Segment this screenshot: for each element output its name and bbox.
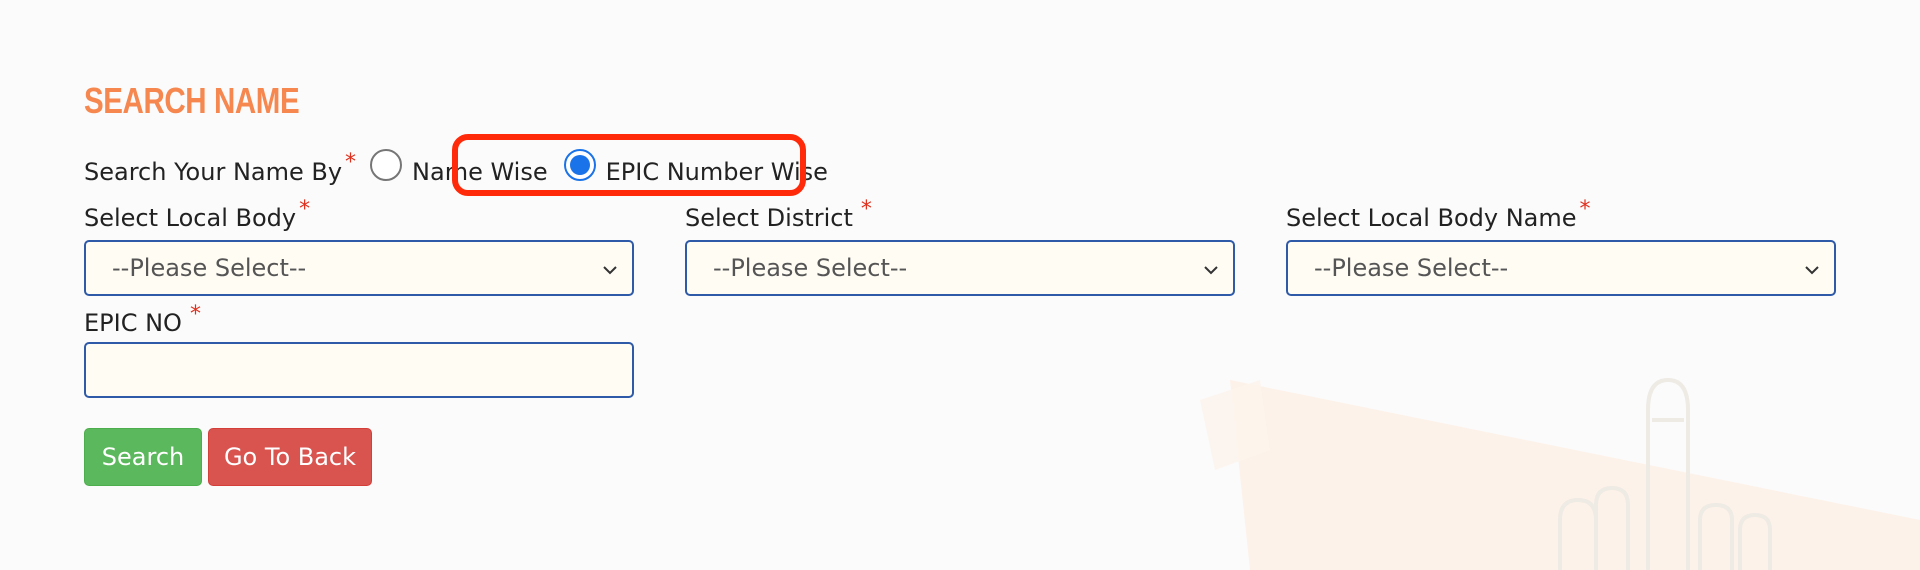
search-by-row: Search Your Name By * Name Wise EPIC Num… [84, 149, 828, 194]
district-label: Select District [685, 204, 853, 232]
local-body-name-field-label: Select Local Body Name * [1286, 197, 1591, 232]
epic-number-wise-label[interactable]: EPIC Number Wise [606, 158, 828, 186]
local-body-name-select[interactable]: --Please Select-- [1286, 240, 1836, 296]
required-asterisk: * [189, 302, 201, 327]
page-title: SEARCH NAME [84, 80, 300, 121]
chevron-down-icon [1805, 266, 1819, 275]
epic-no-label: EPIC NO [84, 309, 182, 337]
local-body-name-label: Select Local Body Name [1286, 204, 1577, 232]
required-asterisk: * [1579, 197, 1591, 222]
local-body-select-value: --Please Select-- [112, 254, 307, 282]
name-wise-radio[interactable] [370, 149, 403, 181]
local-body-field-label: Select Local Body * [84, 197, 310, 232]
district-select-value: --Please Select-- [713, 254, 908, 282]
search-button[interactable]: Search [84, 428, 202, 486]
chevron-down-icon [1204, 266, 1218, 275]
go-to-back-button[interactable]: Go To Back [208, 428, 372, 486]
local-body-label: Select Local Body [84, 204, 297, 232]
local-body-select[interactable]: --Please Select-- [84, 240, 634, 296]
epic-number-wise-radio[interactable] [563, 149, 596, 181]
chevron-down-icon [603, 266, 617, 275]
district-field-label: Select District * [685, 197, 872, 232]
required-asterisk: * [860, 197, 872, 222]
district-select[interactable]: --Please Select-- [685, 240, 1235, 296]
required-asterisk: * [345, 149, 357, 175]
search-by-label: Search Your Name By [84, 158, 343, 186]
required-asterisk: * [299, 197, 311, 222]
epic-no-input[interactable] [84, 342, 634, 398]
name-wise-label[interactable]: Name Wise [412, 158, 548, 186]
local-body-name-select-value: --Please Select-- [1314, 254, 1509, 282]
radio-option-name-wise[interactable]: Name Wise [370, 149, 548, 188]
radio-option-epic-number-wise[interactable]: EPIC Number Wise [563, 149, 828, 188]
epic-no-field-label: EPIC NO * [84, 302, 201, 337]
